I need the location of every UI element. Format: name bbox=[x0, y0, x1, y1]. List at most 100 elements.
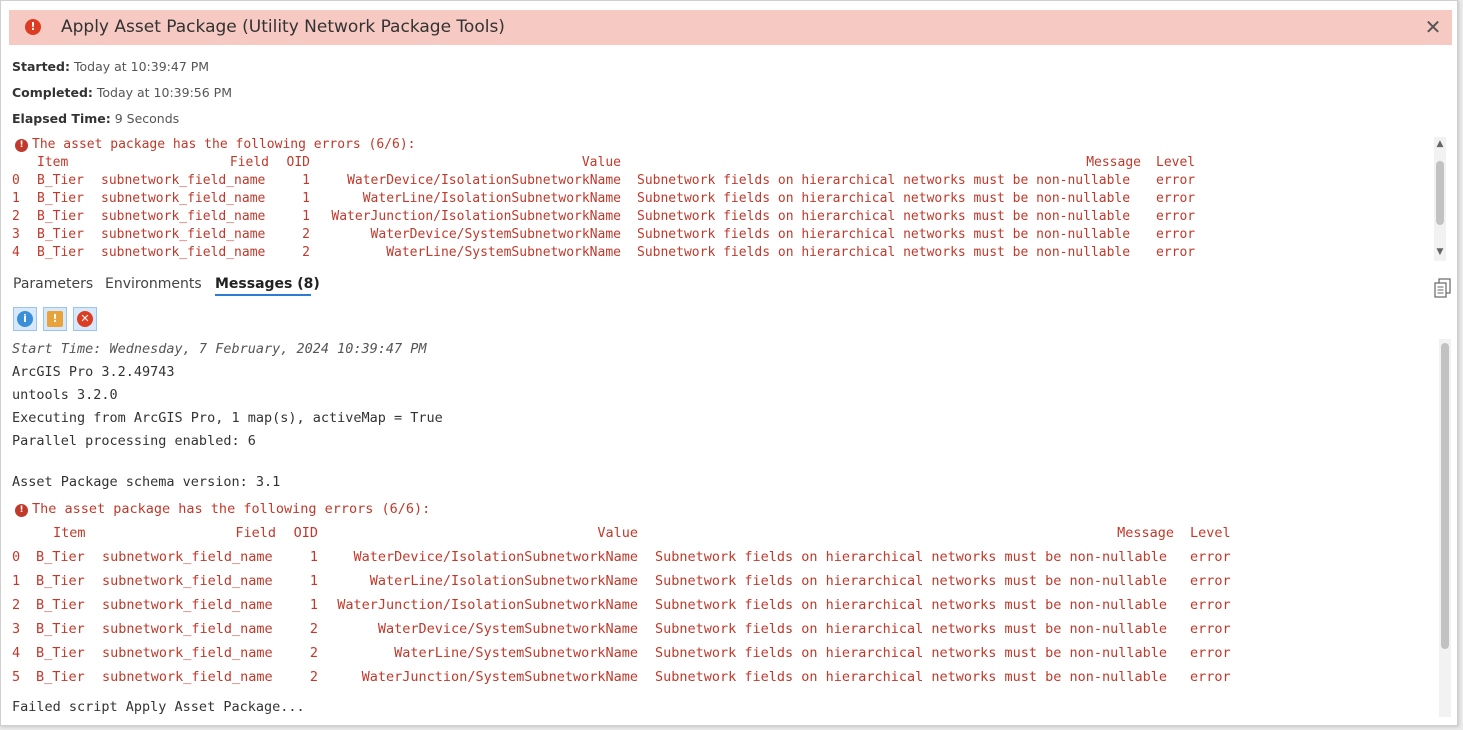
elapsed-label: Elapsed Time: bbox=[12, 111, 111, 126]
failed-script-line: Failed script Apply Asset Package... bbox=[12, 699, 305, 715]
cell-message: Subnetwork fields on hierarchical networ… bbox=[655, 549, 1168, 565]
cell-message: Subnetwork fields on hierarchical networ… bbox=[655, 621, 1168, 637]
message-line: Executing from ArcGIS Pro, 1 map(s), act… bbox=[12, 410, 443, 426]
row-index: 3 bbox=[12, 227, 20, 242]
cell-value: WaterJunction/SystemSubnetworkName bbox=[361, 669, 638, 685]
cell-oid: 1 bbox=[309, 549, 318, 565]
column-header: Field bbox=[235, 525, 276, 541]
summary-scroll-thumb[interactable] bbox=[1436, 161, 1444, 225]
cell-field: subnetwork_field_name bbox=[102, 597, 273, 613]
filter-error-button[interactable]: ✕ bbox=[73, 307, 97, 331]
cell-level: error bbox=[1190, 573, 1231, 589]
cell-level: error bbox=[1156, 245, 1196, 260]
column-header: Field bbox=[229, 155, 269, 170]
column-header: Message bbox=[1086, 155, 1141, 170]
message-line: untools 3.2.0 bbox=[12, 387, 118, 403]
scroll-down-icon[interactable]: ▼ bbox=[1434, 245, 1446, 259]
error-icon: ! bbox=[15, 504, 28, 517]
row-index: 3 bbox=[12, 621, 21, 637]
row-index: 2 bbox=[12, 597, 21, 613]
cell-level: error bbox=[1156, 191, 1196, 206]
messages-error-heading-text: The asset package has the following erro… bbox=[32, 501, 431, 517]
cell-value: WaterJunction/IsolationSubnetworkName bbox=[331, 209, 621, 224]
cell-oid: 2 bbox=[309, 669, 318, 685]
summary-error-heading-text: The asset package has the following erro… bbox=[32, 137, 416, 152]
close-icon[interactable]: ✕ bbox=[1422, 15, 1444, 39]
cell-message: Subnetwork fields on hierarchical networ… bbox=[655, 597, 1168, 613]
copy-icon[interactable] bbox=[1434, 278, 1452, 298]
cell-level: error bbox=[1190, 597, 1231, 613]
cell-level: error bbox=[1156, 209, 1196, 224]
cell-value: WaterLine/IsolationSubnetworkName bbox=[362, 191, 621, 206]
column-header: OID bbox=[293, 525, 318, 541]
cell-item: B_Tier bbox=[36, 621, 85, 637]
cell-item: B_Tier bbox=[36, 645, 85, 661]
cell-oid: 1 bbox=[309, 597, 318, 613]
started-info: Started: Today at 10:39:47 PM bbox=[12, 59, 209, 74]
cell-field: subnetwork_field_name bbox=[102, 573, 273, 589]
messages-scrollbar[interactable] bbox=[1439, 339, 1451, 717]
cell-item: B_Tier bbox=[36, 669, 85, 685]
tab-parameters[interactable]: Parameters bbox=[13, 276, 93, 292]
cell-item: B_Tier bbox=[36, 597, 85, 613]
cell-message: Subnetwork fields on hierarchical networ… bbox=[637, 173, 1131, 188]
tab-environments[interactable]: Environments bbox=[105, 276, 202, 292]
column-header: Level bbox=[1156, 155, 1196, 170]
cell-message: Subnetwork fields on hierarchical networ… bbox=[655, 669, 1168, 685]
cell-level: error bbox=[1156, 227, 1196, 242]
column-header: Message bbox=[1117, 525, 1174, 541]
cell-value: WaterDevice/SystemSubnetworkName bbox=[370, 227, 621, 242]
completed-value: Today at 10:39:56 PM bbox=[96, 85, 232, 100]
elapsed-info: Elapsed Time: 9 Seconds bbox=[12, 111, 179, 126]
cell-field: subnetwork_field_name bbox=[101, 245, 266, 260]
filter-info-button[interactable]: i bbox=[13, 307, 37, 331]
scroll-up-icon[interactable]: ▲ bbox=[1434, 137, 1446, 151]
cell-value: WaterLine/SystemSubnetworkName bbox=[394, 645, 638, 661]
cell-field: subnetwork_field_name bbox=[101, 173, 266, 188]
cell-item: B_Tier bbox=[37, 209, 84, 224]
cell-level: error bbox=[1190, 669, 1231, 685]
cell-oid: 2 bbox=[309, 621, 318, 637]
active-tab-underline bbox=[215, 294, 311, 296]
cell-item: B_Tier bbox=[36, 549, 85, 565]
cell-value: WaterDevice/IsolationSubnetworkName bbox=[353, 549, 638, 565]
column-header: Level bbox=[1190, 525, 1231, 541]
cell-field: subnetwork_field_name bbox=[102, 669, 273, 685]
column-header: Value bbox=[597, 525, 638, 541]
cell-value: WaterLine/IsolationSubnetworkName bbox=[369, 573, 638, 589]
row-index: 1 bbox=[12, 191, 20, 206]
filter-warning-button[interactable]: ! bbox=[43, 307, 67, 331]
cell-item: B_Tier bbox=[37, 173, 84, 188]
cell-message: Subnetwork fields on hierarchical networ… bbox=[637, 209, 1131, 224]
cell-oid: 2 bbox=[309, 645, 318, 661]
messages-scroll-thumb[interactable] bbox=[1441, 343, 1449, 649]
cell-message: Subnetwork fields on hierarchical networ… bbox=[637, 245, 1131, 260]
message-line: Parallel processing enabled: 6 bbox=[12, 433, 256, 449]
tab-messages[interactable]: Messages (8) bbox=[215, 276, 320, 296]
elapsed-value: 9 Seconds bbox=[114, 111, 180, 126]
error-icon: ! bbox=[15, 139, 28, 152]
cell-item: B_Tier bbox=[37, 245, 84, 260]
completed-label: Completed: bbox=[12, 85, 93, 100]
warning-icon: ! bbox=[47, 311, 63, 327]
row-index: 0 bbox=[12, 173, 20, 188]
row-index: 5 bbox=[12, 669, 21, 685]
row-index: 1 bbox=[12, 573, 21, 589]
schema-line: Asset Package schema version: 3.1 bbox=[12, 474, 281, 490]
messages-error-heading: ! The asset package has the following err… bbox=[15, 501, 430, 517]
info-icon: i bbox=[17, 311, 33, 327]
summary-error-heading: ! The asset package has the following err… bbox=[15, 137, 416, 152]
summary-scrollbar[interactable]: ▲ ▼ bbox=[1434, 137, 1446, 261]
cell-level: error bbox=[1190, 549, 1231, 565]
error-status-icon: ! bbox=[25, 19, 41, 35]
cell-value: WaterJunction/IsolationSubnetworkName bbox=[337, 597, 638, 613]
column-header: OID bbox=[286, 155, 310, 170]
window-title: Apply Asset Package (Utility Network Pac… bbox=[61, 17, 505, 37]
cell-field: subnetwork_field_name bbox=[102, 645, 273, 661]
tool-result-window: ! Apply Asset Package (Utility Network P… bbox=[0, 0, 1458, 726]
completed-info: Completed: Today at 10:39:56 PM bbox=[12, 85, 232, 100]
cell-item: B_Tier bbox=[37, 227, 84, 242]
cell-value: WaterDevice/IsolationSubnetworkName bbox=[347, 173, 621, 188]
cell-field: subnetwork_field_name bbox=[101, 191, 266, 206]
row-index: 4 bbox=[12, 645, 21, 661]
